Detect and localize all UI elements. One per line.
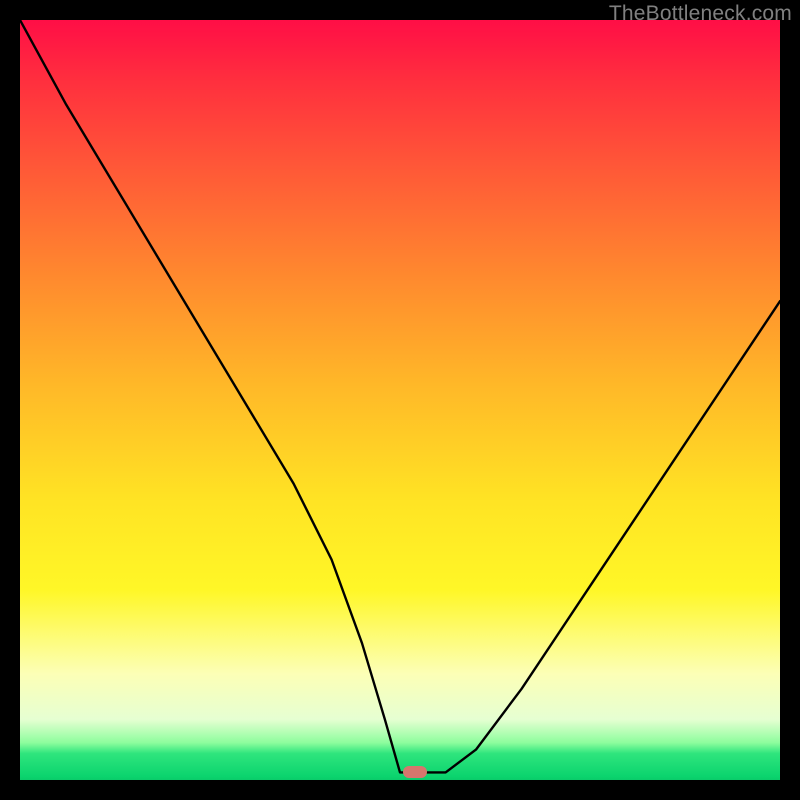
chart-marker: [403, 766, 427, 778]
chart-frame: TheBottleneck.com: [0, 0, 800, 800]
chart-plot-area: [20, 20, 780, 780]
chart-curve: [20, 20, 780, 780]
watermark-text: TheBottleneck.com: [609, 2, 792, 26]
